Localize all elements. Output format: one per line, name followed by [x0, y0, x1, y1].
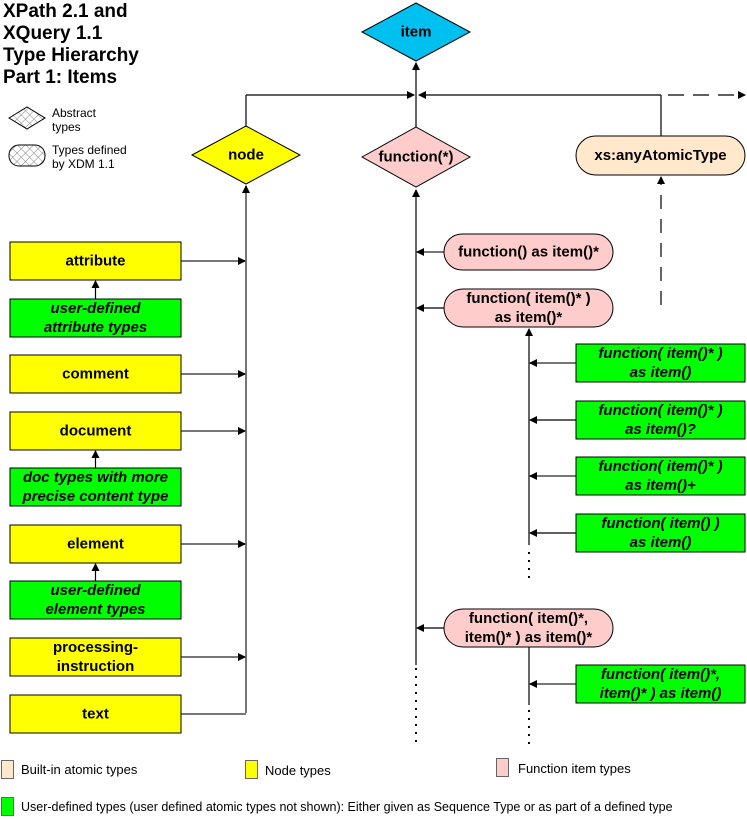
- node-label-text: function( item()* ): [598, 402, 722, 419]
- xdm-shape-legend-icon: [8, 144, 46, 167]
- function-type-node: function( item()*, item()* ) as item()*: [443, 608, 614, 648]
- user-defined-function-subtype: function( item()* ) as item()?: [575, 400, 746, 440]
- node-label-text: processing-: [53, 639, 138, 656]
- shapes: item node function(*) xs:anyAtomicType attri…: [9, 2, 746, 734]
- node-label-text: precise content type: [22, 488, 169, 505]
- continuation-dot: [528, 576, 530, 578]
- user-defined-node-subtype: user-defined attribute types: [9, 298, 182, 338]
- continuation-dot: [415, 732, 417, 734]
- node-node: node: [190, 125, 302, 185]
- abstract-shape-legend-icon: [8, 106, 46, 130]
- legend-swatch-atomic: [1, 760, 14, 779]
- continuation-dot: [528, 726, 530, 728]
- continuation-dot: [415, 684, 417, 686]
- continuation-dot: [415, 676, 417, 678]
- legend-swatch-node: [245, 760, 258, 779]
- node-label-text: function() as item()*: [458, 244, 599, 261]
- continuation-dot: [415, 708, 417, 710]
- node-type-element: element: [9, 524, 182, 564]
- node-label-text: node: [228, 147, 264, 164]
- node-label-text: function( item()* ): [598, 458, 722, 475]
- user-defined-function2-subtype: function( item()*, item()* ) as item(): [575, 664, 746, 704]
- legend-swatch-function: [496, 758, 509, 777]
- user-defined-function-subtype: function( item() ) as item(): [575, 513, 746, 553]
- node-label-text: as item()+: [625, 477, 696, 494]
- type-hierarchy-diagram: item node function(*) xs:anyAtomicType attri…: [8, 2, 746, 744]
- node-label-text: function(*): [379, 149, 454, 166]
- node-label-text: function( item()*,: [469, 610, 588, 627]
- node-label-text: function( item()* ): [466, 290, 590, 307]
- node-label-text: element types: [45, 601, 145, 618]
- user-defined-node-subtype: user-defined element types: [9, 580, 182, 620]
- function-type-node: function() as item()*: [443, 233, 614, 271]
- node-label-text: item()* ) as item()*: [465, 629, 593, 646]
- node-label-text: function( item()*,: [601, 666, 720, 683]
- node-type-comment: comment: [9, 354, 182, 394]
- node-label-text: xs:anyAtomicType: [594, 147, 726, 164]
- node-label-text: function( item()* ): [598, 345, 722, 362]
- node-label-text: attribute: [66, 253, 126, 270]
- continuation-dot: [415, 692, 417, 694]
- continuation-dot: [415, 724, 417, 726]
- node-label-text: user-defined: [50, 582, 141, 599]
- node-label-text: doc types with more: [23, 469, 168, 486]
- continuation-dot: [528, 710, 530, 712]
- continuation-dot: [528, 742, 530, 744]
- continuation-dot: [415, 700, 417, 702]
- user-defined-function-subtype: function( item()* ) as item()+: [575, 456, 746, 496]
- node-label-text: as item(): [630, 364, 692, 381]
- node-label-text: function( item() ): [601, 515, 719, 532]
- node-label-text: attribute types: [44, 319, 147, 336]
- continuation-dot: [415, 716, 417, 718]
- node-label-text: text: [82, 706, 109, 723]
- node-label-text: instruction: [57, 658, 135, 675]
- node-label-text: as item()?: [625, 421, 696, 438]
- node-label-text: as item()*: [495, 309, 563, 326]
- continuation-dot: [528, 568, 530, 570]
- continuation-dot: [415, 668, 417, 670]
- continuation-dot: [528, 560, 530, 562]
- node-label-text: comment: [62, 366, 129, 383]
- user-defined-function-subtype: function( item()* ) as item(): [575, 343, 746, 383]
- node-label-text: element: [67, 536, 124, 553]
- node-label-text: as item(): [630, 534, 692, 551]
- continuation-dot: [528, 552, 530, 554]
- legend-function-label: Function item types: [518, 761, 631, 776]
- node-type-attribute: attribute: [9, 241, 182, 281]
- node-type-processinginstruction: processing-instruction: [9, 637, 182, 677]
- function-node: function(*): [360, 126, 472, 188]
- node-label-text: document: [60, 423, 132, 440]
- continuation-dot: [528, 718, 530, 720]
- node-type-document: document: [9, 411, 182, 451]
- user-defined-node-subtype: doc types with more precise content type: [9, 467, 182, 507]
- node-type-text: text: [9, 694, 182, 734]
- legend-user-defined-label: User-defined types (user defined atomic …: [21, 800, 673, 814]
- legend-atomic-label: Built-in atomic types: [21, 762, 138, 777]
- legend-node-label: Node types: [265, 763, 331, 778]
- legend-swatch-user-defined: [1, 797, 14, 816]
- node-label-text: item()* ) as item(): [600, 685, 722, 702]
- any-atomic-type-node: xs:anyAtomicType: [575, 135, 746, 176]
- item-node: item: [360, 2, 472, 62]
- continuation-dot: [528, 734, 530, 736]
- function-type-node: function( item()* ) as item()*: [443, 288, 614, 328]
- continuation-dot: [415, 740, 417, 742]
- node-label-text: item: [401, 24, 432, 41]
- node-label-text: user-defined: [50, 300, 141, 317]
